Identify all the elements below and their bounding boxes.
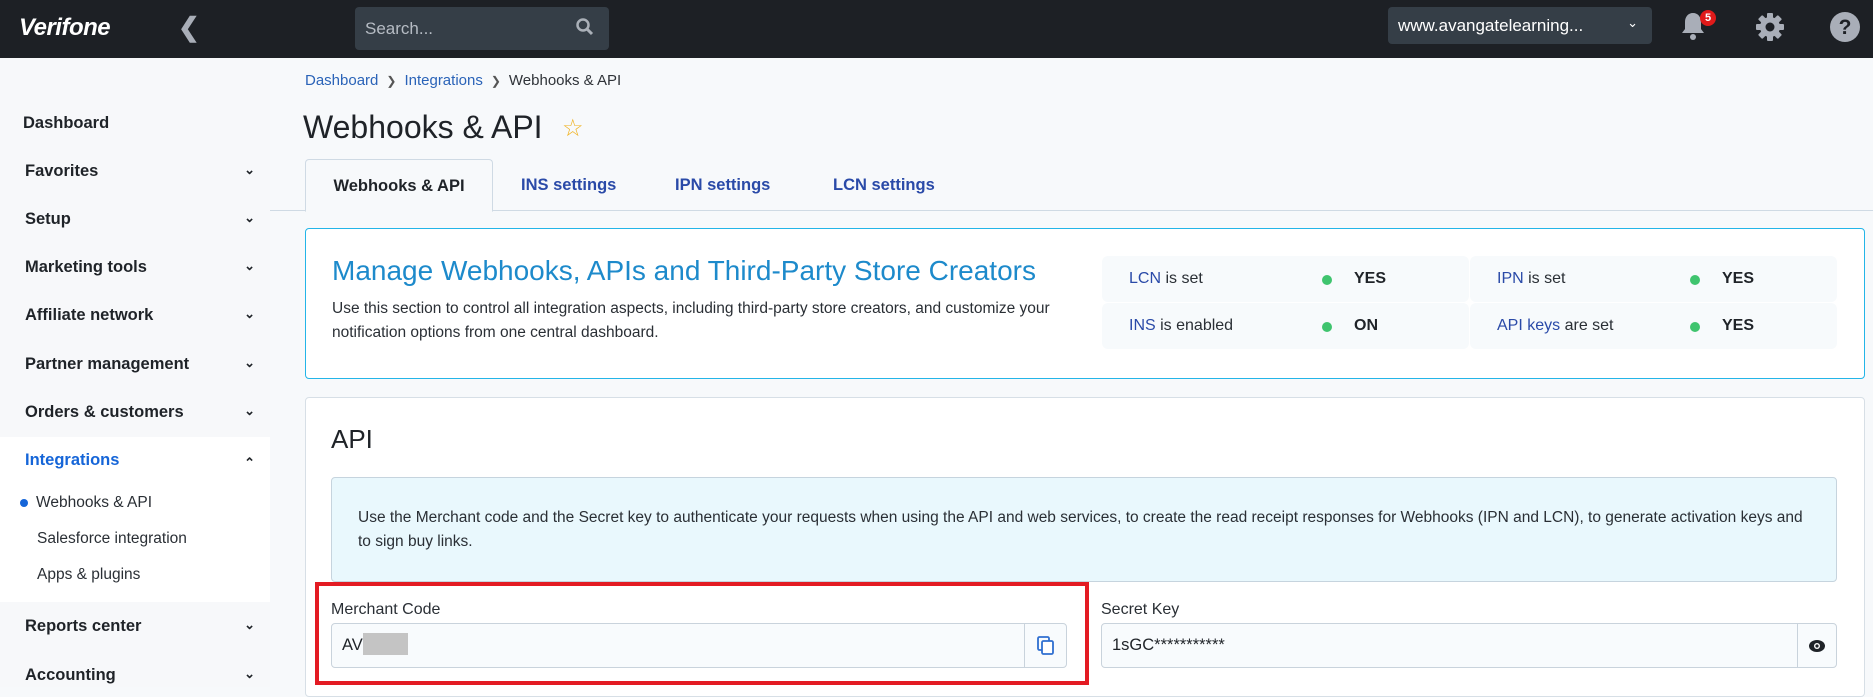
overview-title: Manage Webhooks, APIs and Third-Party St…	[332, 255, 1036, 286]
status-value: YES	[1722, 270, 1755, 287]
status-label: are set	[1560, 317, 1614, 334]
eye-icon	[1809, 639, 1825, 652]
chevron-down-icon: ⌄	[244, 403, 255, 418]
breadcrumb-dashboard[interactable]: Dashboard	[305, 72, 378, 89]
sidebar-item-favorites[interactable]: Favorites ⌄	[25, 162, 255, 181]
api-info-box: Use the Merchant code and the Secret key…	[331, 477, 1837, 582]
sidebar-item-integrations[interactable]: Integrations ⌃	[25, 451, 255, 470]
chevron-down-icon: ⌄	[244, 210, 255, 225]
sidebar-subitem-salesforce[interactable]: Salesforce integration	[37, 530, 187, 548]
notification-badge: 5	[1700, 10, 1716, 26]
overview-panel: Manage Webhooks, APIs and Third-Party St…	[305, 228, 1865, 379]
svg-text:?: ?	[1839, 16, 1852, 39]
secret-key-label: Secret Key	[1101, 601, 1180, 618]
breadcrumb-separator-icon: ❯	[490, 74, 501, 88]
domain-select[interactable]: www.avangatelearning... ⌄	[1388, 7, 1652, 44]
breadcrumb-integrations[interactable]: Integrations	[404, 72, 482, 89]
ipn-link[interactable]: IPN	[1497, 270, 1524, 287]
search-icon[interactable]	[575, 17, 595, 37]
api-heading: API	[331, 424, 373, 454]
status-green-dot-icon	[1322, 322, 1332, 332]
status-label: is enabled	[1155, 317, 1234, 334]
sidebar-item-label: Integrations	[25, 451, 120, 469]
sidebar-item-orders-customers[interactable]: Orders & customers ⌄	[25, 403, 255, 422]
tab-ins-settings[interactable]: INS settings	[521, 159, 616, 211]
show-secret-button[interactable]	[1797, 624, 1836, 667]
search-box	[355, 7, 609, 50]
status-green-dot-icon	[1690, 322, 1700, 332]
ins-link[interactable]: INS	[1129, 317, 1156, 334]
api-info-text: Use the Merchant code and the Secret key…	[358, 509, 1803, 550]
tab-ipn-settings[interactable]: IPN settings	[675, 159, 770, 211]
status-label: is set	[1523, 270, 1566, 287]
sidebar-item-accounting[interactable]: Accounting ⌄	[25, 666, 255, 685]
status-label: is set	[1161, 270, 1203, 287]
highlight-box	[315, 582, 1089, 685]
active-dot-icon	[20, 499, 28, 507]
chevron-down-icon: ⌄	[244, 306, 255, 321]
tabs-divider	[270, 210, 1873, 211]
tab-lcn-settings[interactable]: LCN settings	[833, 159, 935, 211]
chevron-down-icon: ⌄	[1627, 15, 1638, 30]
api-keys-link[interactable]: API keys	[1497, 317, 1560, 334]
sidebar-subitem-apps-plugins[interactable]: Apps & plugins	[37, 566, 140, 584]
top-bar: Verifone ❮ www.avangatelearning... ⌄ 5 ?	[0, 0, 1873, 58]
sidebar-item-label: Partner management	[25, 355, 190, 373]
sidebar-item-label: Favorites	[25, 162, 99, 180]
secret-key-field[interactable]: 1sGC***********	[1101, 623, 1837, 668]
chevron-down-icon: ⌄	[244, 617, 255, 632]
status-ins: INS is enabled ON	[1102, 303, 1469, 349]
sidebar-item-label: Marketing tools	[25, 258, 147, 276]
sidebar-item-affiliate-network[interactable]: Affiliate network ⌄	[25, 306, 255, 325]
status-green-dot-icon	[1322, 275, 1332, 285]
verifone-logo[interactable]: Verifone	[19, 14, 111, 42]
status-lcn: LCN is set YES	[1102, 256, 1469, 302]
help-icon[interactable]: ?	[1829, 11, 1861, 43]
gear-icon[interactable]	[1754, 11, 1786, 43]
secret-key-value: 1sGC***********	[1112, 636, 1225, 654]
chevron-down-icon: ⌄	[244, 666, 255, 681]
overview-description: Use this section to control all integrat…	[332, 300, 1050, 341]
sidebar-item-label: Accounting	[25, 666, 116, 684]
sidebar-subitem-webhooks-api[interactable]: Webhooks & API	[36, 494, 152, 512]
sidebar: Dashboard Favorites ⌄ Setup ⌄ Marketing to…	[0, 58, 270, 687]
sidebar-item-partner-management[interactable]: Partner management ⌄	[25, 355, 255, 374]
breadcrumb-separator-icon: ❯	[386, 74, 397, 88]
status-ipn: IPN is set YES	[1470, 256, 1837, 302]
chevron-down-icon: ⌄	[244, 355, 255, 370]
domain-value: www.avangatelearning...	[1398, 16, 1584, 35]
status-value: ON	[1354, 317, 1378, 334]
search-input[interactable]	[365, 7, 565, 50]
status-value: YES	[1722, 317, 1755, 334]
tab-webhooks-api[interactable]: Webhooks & API	[305, 159, 493, 212]
sidebar-item-label: Orders & customers	[25, 403, 184, 421]
page-title: Webhooks & API	[303, 109, 543, 145]
collapse-sidebar-chevron-icon[interactable]: ❮	[178, 12, 200, 43]
favorite-star-icon[interactable]: ☆	[562, 114, 584, 143]
sidebar-item-dashboard[interactable]: Dashboard	[23, 114, 253, 133]
sidebar-item-reports-center[interactable]: Reports center ⌄	[25, 617, 255, 636]
sidebar-item-label: Reports center	[25, 617, 142, 635]
sidebar-item-label: Affiliate network	[25, 306, 154, 324]
chevron-down-icon: ⌄	[244, 162, 255, 177]
chevron-down-icon: ⌄	[244, 258, 255, 273]
sidebar-item-label: Setup	[25, 210, 71, 228]
sidebar-item-label: Dashboard	[23, 114, 110, 132]
sidebar-item-marketing-tools[interactable]: Marketing tools ⌄	[25, 258, 255, 277]
status-green-dot-icon	[1690, 275, 1700, 285]
chevron-up-icon: ⌃	[244, 455, 255, 470]
lcn-link[interactable]: LCN	[1129, 270, 1161, 287]
breadcrumb: Dashboard ❯ Integrations ❯ Webhooks & API	[305, 72, 621, 89]
breadcrumb-current: Webhooks & API	[508, 72, 622, 89]
sidebar-item-setup[interactable]: Setup ⌄	[25, 210, 255, 229]
status-api-keys: API keys are set YES	[1470, 303, 1837, 349]
status-value: YES	[1354, 270, 1387, 287]
